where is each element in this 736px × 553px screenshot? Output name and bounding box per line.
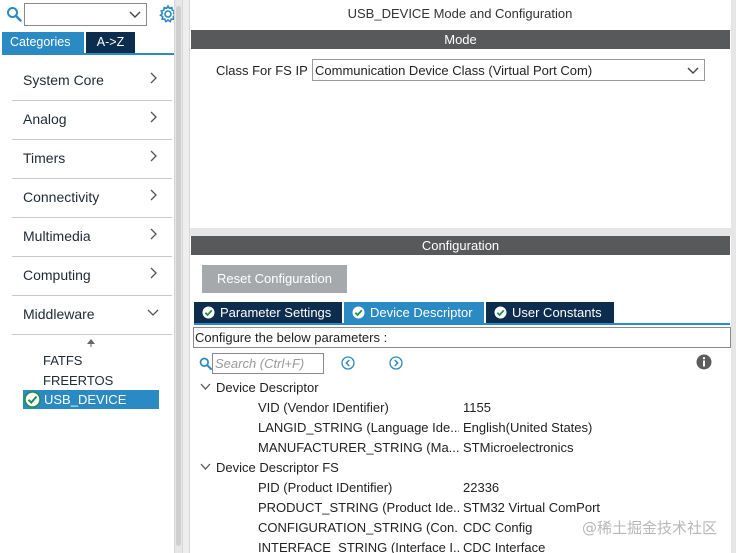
mode-section-header: Mode bbox=[191, 30, 730, 49]
category-system-core[interactable]: System Core bbox=[12, 62, 172, 101]
category-connectivity[interactable]: Connectivity bbox=[12, 179, 172, 218]
class-for-fs-ip-label: Class For FS IP bbox=[216, 63, 308, 78]
category-label: Analog bbox=[23, 111, 67, 127]
category-computing[interactable]: Computing bbox=[12, 257, 172, 296]
panel-title: USB_DEVICE Mode and Configuration bbox=[347, 6, 573, 21]
middleware-item-label: USB_DEVICE bbox=[44, 392, 127, 407]
tree-param-row[interactable]: INTERFACE_STRING (Interface I... CDC Int… bbox=[190, 537, 731, 553]
param-key: PID (Product IDentifier) bbox=[258, 480, 393, 495]
tab-a-to-z[interactable]: A->Z bbox=[86, 32, 135, 53]
info-icon[interactable] bbox=[696, 354, 712, 370]
middleware-item-freertos[interactable]: FREERTOS bbox=[43, 373, 113, 388]
configure-instructions: Configure the below parameters : bbox=[193, 327, 731, 348]
check-circle-icon bbox=[202, 306, 215, 319]
tab-underline bbox=[194, 323, 730, 325]
watermark-text: @稀土掘金技术社区 bbox=[582, 519, 718, 537]
tree-group-label: Device Descriptor bbox=[216, 380, 319, 395]
chevron-down-icon bbox=[687, 67, 699, 74]
chevron-down-icon bbox=[200, 383, 211, 390]
chevron-down-icon bbox=[129, 11, 141, 18]
check-circle-icon bbox=[24, 391, 41, 408]
chevron-right-icon bbox=[150, 267, 157, 279]
tree-param-row[interactable]: VID (Vendor IDentifier) 1155 bbox=[190, 397, 731, 417]
category-label: Middleware bbox=[23, 306, 95, 322]
configuration-section-header: Configuration bbox=[191, 236, 730, 255]
param-value[interactable]: CDC Config bbox=[463, 520, 532, 535]
search-icon[interactable] bbox=[6, 6, 22, 22]
category-tab-bar: Categories A->Z bbox=[2, 32, 135, 54]
reset-configuration-button[interactable]: Reset Configuration bbox=[202, 265, 347, 293]
tree-group-device-descriptor[interactable]: Device Descriptor bbox=[190, 377, 731, 397]
search-icon bbox=[199, 357, 212, 370]
section-separator[interactable] bbox=[190, 228, 731, 236]
category-timers[interactable]: Timers bbox=[12, 140, 172, 179]
tab-categories[interactable]: Categories bbox=[2, 32, 84, 53]
tab-label: Parameter Settings bbox=[220, 305, 332, 320]
category-list: System Core Analog Timers Connectivity M… bbox=[12, 62, 172, 335]
category-label: Timers bbox=[23, 150, 66, 166]
tab-underline bbox=[2, 53, 178, 55]
left-scrollbar[interactable] bbox=[174, 0, 182, 553]
class-for-fs-ip-select[interactable]: Communication Device Class (Virtual Port… bbox=[312, 59, 705, 81]
param-value[interactable]: STM32 Virtual ComPort bbox=[463, 500, 600, 515]
category-label: Connectivity bbox=[23, 189, 100, 205]
next-match-icon[interactable] bbox=[389, 356, 403, 370]
parameter-search-input[interactable]: Search (Ctrl+F) bbox=[212, 353, 324, 374]
parameter-tab-bar: Parameter Settings Device Descriptor Use… bbox=[194, 302, 616, 324]
category-analog[interactable]: Analog bbox=[12, 101, 172, 140]
param-value[interactable]: STMicroelectronics bbox=[463, 440, 574, 455]
tree-param-row[interactable]: PID (Product IDentifier) 22336 bbox=[190, 477, 731, 497]
param-key: INTERFACE_STRING (Interface I... bbox=[258, 540, 459, 553]
param-key: CONFIGURATION_STRING (Con... bbox=[258, 520, 459, 535]
tree-param-row[interactable]: LANGID_STRING (Language Ide... English(U… bbox=[190, 417, 731, 437]
tab-parameter-settings[interactable]: Parameter Settings bbox=[194, 302, 342, 323]
middleware-item-usb-device[interactable]: USB_DEVICE bbox=[23, 390, 159, 409]
category-multimedia[interactable]: Multimedia bbox=[12, 218, 172, 257]
chevron-down-icon bbox=[200, 463, 211, 470]
param-key: PRODUCT_STRING (Product Ide... bbox=[258, 500, 459, 515]
previous-match-icon[interactable] bbox=[341, 356, 355, 370]
chevron-right-icon bbox=[150, 228, 157, 240]
configure-text: Configure the below parameters : bbox=[195, 330, 388, 345]
chevron-down-icon bbox=[147, 309, 159, 316]
category-label: Multimedia bbox=[23, 228, 91, 244]
param-key: LANGID_STRING (Language Ide... bbox=[258, 420, 459, 435]
tab-device-descriptor[interactable]: Device Descriptor bbox=[344, 302, 484, 323]
scrollbar-thumb[interactable] bbox=[176, 6, 181, 546]
chevron-right-icon bbox=[150, 111, 157, 123]
category-search-combobox[interactable] bbox=[24, 3, 147, 26]
param-value[interactable]: English(United States) bbox=[463, 420, 592, 435]
tree-group-device-descriptor-fs[interactable]: Device Descriptor FS bbox=[190, 457, 731, 477]
class-select-value: Communication Device Class (Virtual Port… bbox=[315, 63, 593, 78]
param-value[interactable]: 22336 bbox=[463, 480, 499, 495]
category-middleware[interactable]: Middleware bbox=[12, 296, 172, 335]
category-label: System Core bbox=[23, 72, 104, 88]
tree-param-row[interactable]: MANUFACTURER_STRING (Ma... STMicroelectr… bbox=[190, 437, 731, 457]
chevron-right-icon bbox=[150, 189, 157, 201]
category-label: Computing bbox=[23, 267, 91, 283]
tab-label: Device Descriptor bbox=[370, 305, 473, 320]
tab-label: User Constants bbox=[512, 305, 602, 320]
panel-splitter[interactable] bbox=[182, 0, 190, 553]
chevron-right-icon bbox=[150, 72, 157, 84]
middleware-item-fatfs[interactable]: FATFS bbox=[43, 353, 82, 368]
check-circle-icon bbox=[494, 306, 507, 319]
tree-param-row[interactable]: PRODUCT_STRING (Product Ide... STM32 Vir… bbox=[190, 497, 731, 517]
param-value[interactable]: CDC Interface bbox=[463, 540, 545, 553]
param-key: MANUFACTURER_STRING (Ma... bbox=[258, 440, 459, 455]
check-circle-icon bbox=[352, 306, 365, 319]
search-placeholder: Search (Ctrl+F) bbox=[215, 356, 305, 371]
chevron-right-icon bbox=[150, 150, 157, 162]
tab-user-constants[interactable]: User Constants bbox=[486, 302, 614, 323]
param-key: VID (Vendor IDentifier) bbox=[258, 400, 389, 415]
tree-group-label: Device Descriptor FS bbox=[216, 460, 339, 475]
configuration-panel: USB_DEVICE Mode and Configuration Mode C… bbox=[190, 0, 736, 553]
categories-panel: Categories A->Z System Core Analog Timer… bbox=[0, 0, 182, 553]
param-value[interactable]: 1155 bbox=[463, 400, 491, 415]
sort-up-icon[interactable] bbox=[86, 338, 96, 348]
